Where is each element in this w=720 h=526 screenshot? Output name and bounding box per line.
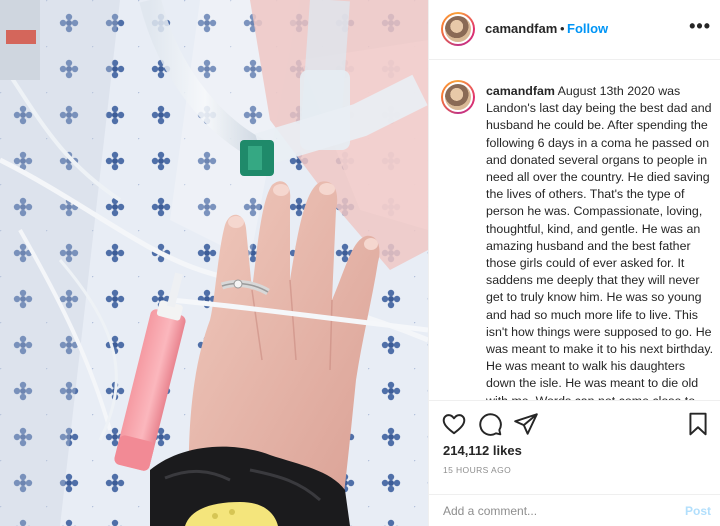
comment-input[interactable] (443, 504, 663, 518)
caption-username[interactable]: camandfam (486, 84, 555, 98)
follow-button[interactable]: Follow (567, 21, 608, 36)
likes-count[interactable]: 214,112 likes (443, 443, 522, 458)
avatar[interactable] (441, 12, 475, 46)
comment-icon[interactable] (477, 411, 503, 437)
caption-body: August 13th 2020 was Landon's last day b… (486, 84, 714, 400)
caption-avatar[interactable] (441, 80, 475, 114)
header-username[interactable]: camandfam (485, 21, 557, 36)
post-comment-button[interactable]: Post (685, 504, 711, 518)
bookmark-icon[interactable] (685, 411, 711, 437)
caption-area: camandfam August 13th 2020 was Landon's … (429, 74, 720, 400)
post-header: camandfam • Follow ••• (429, 0, 720, 60)
post-photo (0, 0, 428, 526)
separator-dot: • (560, 21, 565, 36)
comment-row: Post (429, 494, 720, 526)
post-side-panel: camandfam • Follow ••• camandfam August … (428, 0, 720, 526)
heart-icon[interactable] (441, 411, 467, 437)
more-options-icon[interactable]: ••• (689, 16, 711, 37)
share-icon[interactable] (513, 411, 539, 437)
post-timestamp[interactable]: 15 HOURS AGO (443, 465, 511, 475)
hospital-hands-image (0, 0, 428, 526)
caption-text: camandfam August 13th 2020 was Landon's … (486, 83, 716, 400)
post-actions: 214,112 likes 15 HOURS AGO Post (429, 400, 720, 526)
